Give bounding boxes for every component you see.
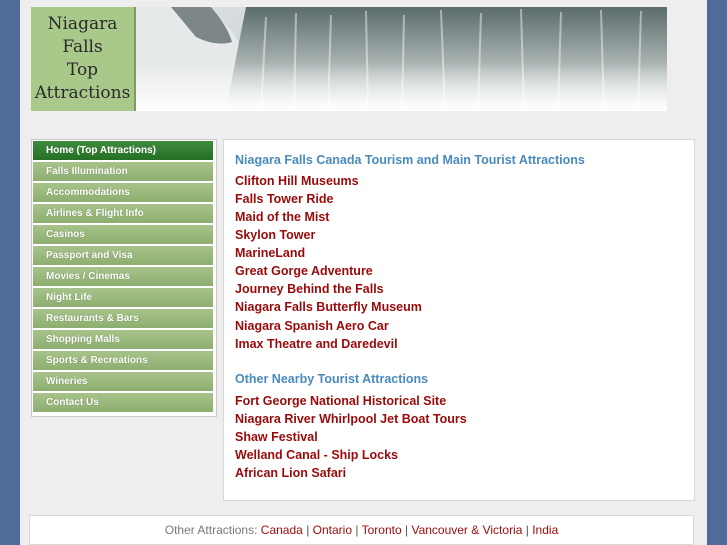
nav-item-contact[interactable]: Contact Us <box>33 393 213 412</box>
nearby-attraction-link[interactable]: Welland Canal - Ship Locks <box>235 448 398 462</box>
nav-item-accommodations[interactable]: Accommodations <box>33 183 213 202</box>
section-title-nearby-attractions: Other Nearby Tourist Attractions <box>235 372 429 386</box>
attraction-link[interactable]: Skylon Tower <box>235 228 315 242</box>
footer-link-ontario[interactable]: Ontario <box>313 523 352 537</box>
separator: | <box>306 523 310 537</box>
separator: | <box>355 523 359 537</box>
nav-item-home[interactable]: Home (Top Attractions) <box>33 141 213 160</box>
attraction-link[interactable]: Clifton Hill Museums <box>235 174 359 188</box>
site-logo[interactable]: Niagara Falls Top Attractions <box>31 7 136 111</box>
separator: | <box>525 523 529 537</box>
sidebar-nav: Home (Top Attractions) Falls Illuminatio… <box>31 139 217 417</box>
footer-label: Other Attractions: <box>164 523 258 537</box>
footer-link-vancouver[interactable]: Vancouver & Victoria <box>411 523 522 537</box>
header-banner: Niagara Falls Top Attractions <box>31 7 667 111</box>
waterfall-photo <box>136 7 667 111</box>
nav-item-sports[interactable]: Sports & Recreations <box>33 351 213 370</box>
nav-item-movies[interactable]: Movies / Cinemas <box>33 267 213 286</box>
attraction-link[interactable]: Niagara Falls Butterfly Museum <box>235 300 422 314</box>
footer-link-india[interactable]: India <box>532 523 558 537</box>
nav-item-passport[interactable]: Passport and Visa <box>33 246 213 265</box>
logo-line: Falls <box>62 37 103 57</box>
footer-link-toronto[interactable]: Toronto <box>362 523 402 537</box>
attraction-link[interactable]: Imax Theatre and Daredevil <box>235 337 398 351</box>
attraction-link[interactable]: Journey Behind the Falls <box>235 282 384 296</box>
attraction-link[interactable]: Falls Tower Ride <box>235 192 333 206</box>
nav-item-casinos[interactable]: Casinos <box>33 225 213 244</box>
nearby-attraction-link[interactable]: Fort George National Historical Site <box>235 394 446 408</box>
page-container: Niagara Falls Top Attractions Home (Top … <box>20 0 707 545</box>
logo-line: Top <box>66 60 99 80</box>
nav-item-wineries[interactable]: Wineries <box>33 372 213 391</box>
separator: | <box>404 523 409 537</box>
nearby-attraction-link[interactable]: African Lion Safari <box>235 466 346 480</box>
attraction-link[interactable]: MarineLand <box>235 246 305 260</box>
nearby-attraction-link[interactable]: Shaw Festival <box>235 430 318 444</box>
nav-item-airlines[interactable]: Airlines & Flight Info <box>33 204 213 223</box>
attraction-link[interactable]: Great Gorge Adventure <box>235 264 373 278</box>
logo-line: Niagara <box>47 14 118 34</box>
nav-item-shopping[interactable]: Shopping Malls <box>33 330 213 349</box>
footer-link-canada[interactable]: Canada <box>261 523 303 537</box>
nav-item-restaurants[interactable]: Restaurants & Bars <box>33 309 213 328</box>
attraction-link[interactable]: Niagara Spanish Aero Car <box>235 319 389 333</box>
nearby-attraction-link[interactable]: Niagara River Whirlpool Jet Boat Tours <box>235 412 467 426</box>
logo-line: Attractions <box>34 83 131 103</box>
nav-item-falls-illumination[interactable]: Falls Illumination <box>33 162 213 181</box>
footer-other-attractions: Other Attractions: Canada | Ontario | To… <box>29 515 694 545</box>
section-title-main-attractions: Niagara Falls Canada Tourism and Main To… <box>235 153 585 167</box>
main-content: Niagara Falls Canada Tourism and Main To… <box>223 139 695 501</box>
attraction-link[interactable]: Maid of the Mist <box>235 210 329 224</box>
nav-item-night-life[interactable]: Night Life <box>33 288 213 307</box>
